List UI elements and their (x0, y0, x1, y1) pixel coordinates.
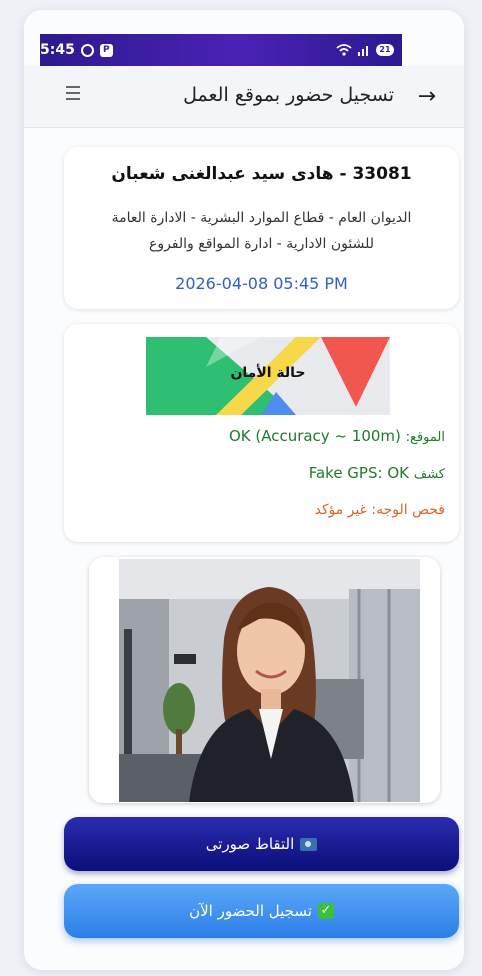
status-time: 5:45 (40, 42, 75, 58)
app-header: → تسجيل حضور بموقع العمل (24, 66, 464, 128)
employee-department: الديوان العام - قطاع الموارد البشرية - ا… (64, 205, 459, 257)
camera-icon (300, 837, 318, 851)
capture-photo-label: التقاط صورتى (205, 835, 295, 853)
safety-status-card: حالة الأمان الموقع: OK (Accuracy ~ 100m)… (64, 324, 459, 542)
back-arrow-icon[interactable]: → (418, 84, 436, 109)
status-bar: 5:45 P 21 (40, 34, 402, 66)
fake-gps-label: كشف (413, 467, 445, 482)
location-status: الموقع: OK (Accuracy ~ 100m) (229, 427, 445, 445)
battery-icon: 21 (376, 44, 394, 56)
screen-record-icon (80, 43, 94, 57)
current-datetime: 2026-04-08 05:45 PM (175, 274, 348, 293)
captured-photo (119, 559, 420, 802)
signal-icon (358, 46, 368, 56)
parking-app-icon: P (99, 43, 113, 57)
fake-gps-value: Fake GPS: OK (308, 464, 409, 482)
employee-card: 33081 - هادى سيد عبدالغنى شعبان الديوان … (64, 147, 459, 309)
face-check-status: فحص الوجه: غير مؤكد (314, 502, 445, 518)
employee-name: 33081 - هادى سيد عبدالغنى شعبان (111, 164, 412, 184)
fake-gps-status: كشف Fake GPS: OK (309, 464, 445, 482)
menu-icon[interactable] (66, 86, 80, 104)
map-thumbnail: حالة الأمان (146, 337, 390, 415)
checkin-now-button[interactable]: ✓ تسجيل الحضور الآن (64, 884, 459, 938)
location-label: الموقع: (405, 430, 445, 445)
department-line-2: للشئون الادارية - ادارة المواقع والفروع (148, 236, 375, 252)
checkin-now-label: تسجيل الحضور الآن (189, 902, 312, 920)
page-title: تسجيل حضور بموقع العمل (183, 84, 394, 106)
capture-photo-button[interactable]: التقاط صورتى (64, 817, 459, 871)
check-mark-icon: ✓ (317, 903, 334, 919)
location-value: OK (Accuracy ~ 100m) (228, 427, 401, 445)
captured-photo-card (89, 557, 440, 803)
map-label: حالة الأمان (230, 365, 306, 381)
department-line-1: الديوان العام - قطاع الموارد البشرية - ا… (111, 210, 412, 226)
wifi-icon (336, 44, 352, 56)
